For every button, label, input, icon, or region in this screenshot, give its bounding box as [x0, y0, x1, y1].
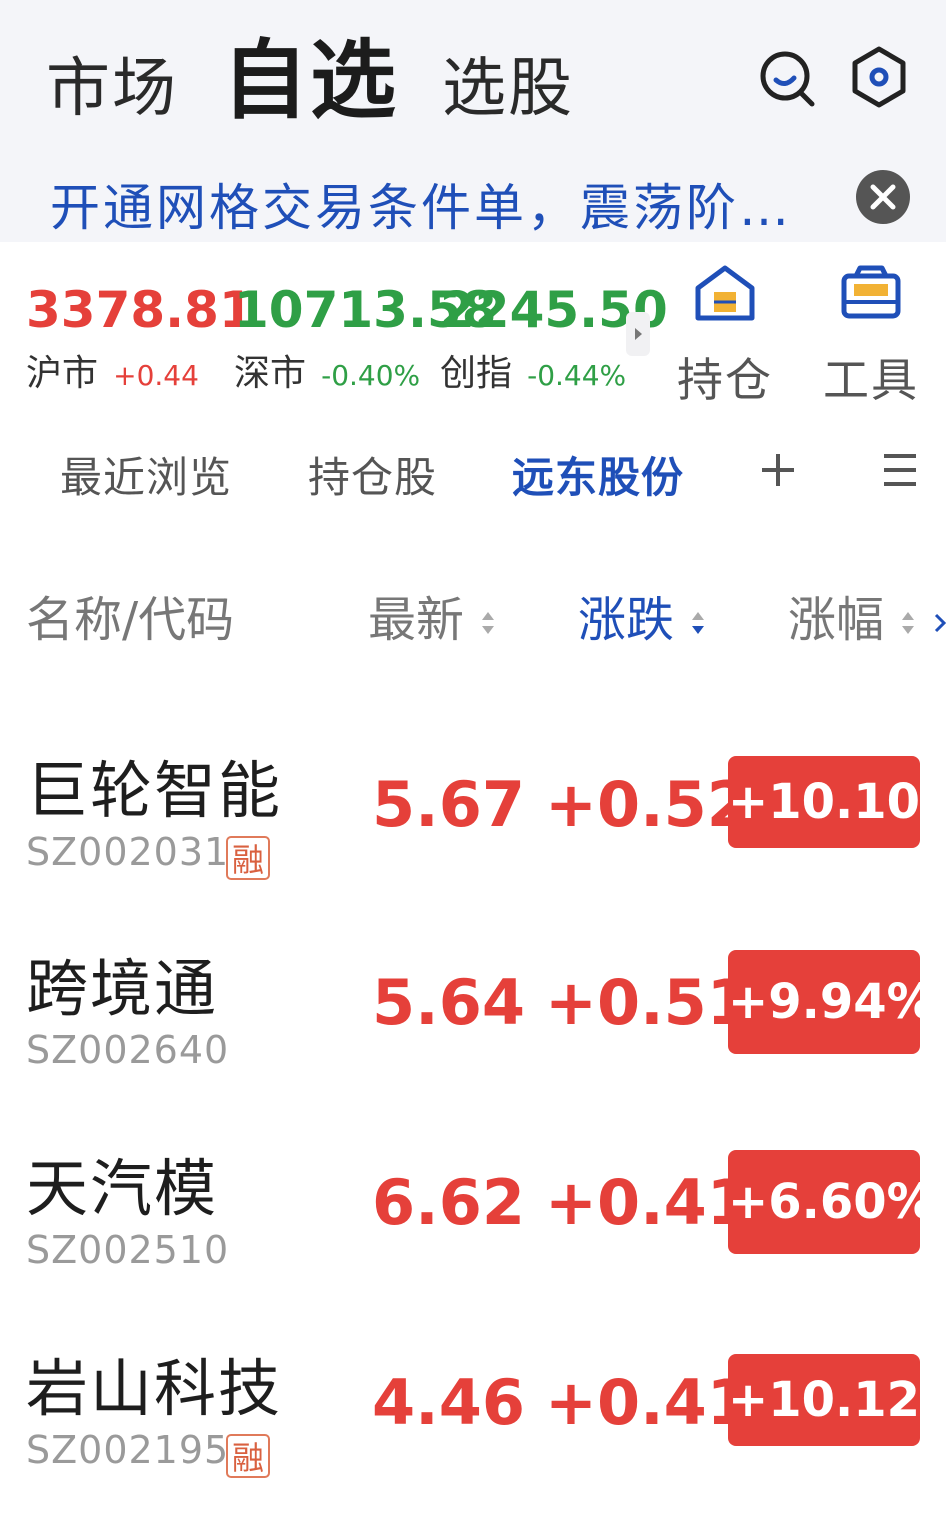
index-name: 深市 [234, 353, 307, 394]
add-icon[interactable] [758, 448, 798, 492]
stock-name: 跨境通 [26, 952, 219, 1025]
index-change: -0.40% [321, 359, 421, 392]
main-tabs: 市场 自选 选股 [46, 36, 618, 134]
index-value: 3378.81 [26, 281, 254, 339]
tab-market[interactable]: 市场 [46, 44, 178, 134]
column-latest-label: 最新 [368, 592, 465, 648]
column-latest[interactable]: 最新 [368, 580, 497, 650]
tab-stock-picker[interactable]: 选股 [442, 44, 574, 134]
stock-name: 巨轮智能 [26, 754, 283, 827]
index-sh[interactable]: 3378.81 沪市 +0.44 [26, 280, 254, 396]
stock-price: 6.62 [372, 1166, 525, 1239]
stock-change: +0.41 [545, 1366, 750, 1439]
stock-code: SZ002195 [26, 1428, 230, 1472]
stock-code: SZ002510 [26, 1228, 230, 1272]
close-icon[interactable] [856, 170, 910, 224]
column-change-label: 涨跌 [578, 592, 675, 648]
stock-pct-badge: +9.94% [728, 950, 935, 1054]
stock-price: 5.67 [372, 768, 525, 841]
stock-pct-badge: +6.60% [728, 1150, 935, 1254]
holdings-label: 持仓 [677, 353, 773, 407]
index-change: +0.44 [113, 359, 199, 392]
tools-label: 工具 [823, 353, 919, 407]
table-row[interactable]: 巨轮智能 SZ002031 融 5.67 +0.52 +10.10% [0, 740, 946, 920]
settings-icon[interactable] [848, 44, 910, 110]
group-tab-holdings[interactable]: 持仓股 [308, 444, 437, 505]
tools-button[interactable]: 工具 [816, 262, 926, 410]
sort-icon [902, 612, 915, 634]
stock-change: +0.41 [545, 1166, 750, 1239]
table-row[interactable]: 跨境通 SZ002640 5.64 +0.51 +9.94% [0, 938, 946, 1118]
table-row[interactable]: 岩山科技 SZ002195 融 4.46 +0.41 +10.12% [0, 1338, 946, 1518]
menu-icon[interactable] [880, 448, 920, 492]
holdings-house-icon [695, 265, 755, 321]
list-header: 名称/代码 最新 涨跌 涨幅 [0, 580, 946, 648]
stock-name: 天汽模 [26, 1152, 219, 1225]
top-bar: 市场 自选 选股 开通网格交易条件单，震荡阶… [0, 0, 946, 242]
stock-pct-badge: +10.10% [728, 756, 946, 848]
chevron-right-icon[interactable] [626, 312, 650, 356]
stock-pct-badge: +10.12% [728, 1354, 946, 1446]
stock-code: SZ002640 [26, 1028, 230, 1072]
sort-desc-icon [692, 612, 705, 634]
stock-name: 岩山科技 [26, 1352, 283, 1425]
index-change: -0.44% [527, 359, 627, 392]
margin-badge: 融 [226, 836, 270, 880]
stock-price: 5.64 [372, 966, 525, 1039]
promo-banner-text[interactable]: 开通网格交易条件单，震荡阶… [50, 168, 810, 238]
stock-price: 4.46 [372, 1366, 525, 1439]
stock-code: SZ002031 [26, 830, 230, 874]
search-icon[interactable] [756, 44, 818, 110]
column-change[interactable]: 涨跌 [578, 580, 707, 650]
index-name: 沪市 [26, 353, 99, 394]
holdings-button[interactable]: 持仓 [670, 262, 780, 410]
sort-icon [482, 612, 495, 634]
table-row[interactable]: 天汽模 SZ002510 6.62 +0.41 +6.60% [0, 1138, 946, 1318]
index-name: 创指 [440, 353, 513, 394]
tab-watchlist[interactable]: 自选 [222, 36, 398, 126]
toolbox-icon [841, 265, 901, 319]
group-tab-yuandong[interactable]: 远东股份 [512, 444, 684, 505]
column-name-code: 名称/代码 [26, 592, 235, 648]
group-tab-recent[interactable]: 最近浏览 [60, 444, 232, 505]
margin-badge: 融 [226, 1434, 270, 1478]
chevron-right-icon [934, 613, 946, 633]
column-pct[interactable]: 涨幅 [788, 580, 946, 650]
stock-change: +0.51 [545, 966, 750, 1039]
stock-change: +0.52 [545, 768, 750, 841]
column-pct-label: 涨幅 [788, 592, 885, 648]
